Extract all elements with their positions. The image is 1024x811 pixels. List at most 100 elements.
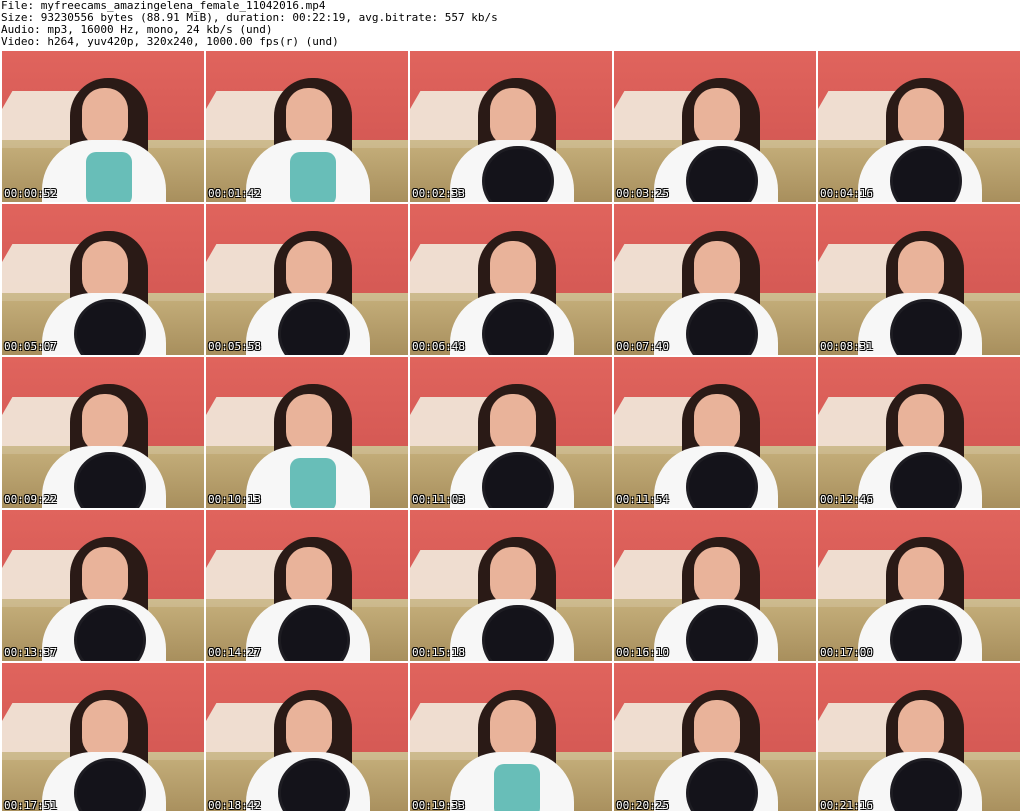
face xyxy=(286,547,332,605)
person xyxy=(834,368,1004,508)
thumbnail[interactable]: 00:00:52 xyxy=(2,51,204,202)
thumbnail[interactable]: 00:17:51 xyxy=(2,663,204,811)
thumbnail-image xyxy=(410,204,612,355)
person xyxy=(426,215,596,355)
thumbnail-image xyxy=(818,663,1020,811)
thumbnail[interactable]: 00:20:25 xyxy=(614,663,816,811)
person xyxy=(834,215,1004,355)
thumbnail[interactable]: 00:05:58 xyxy=(206,204,408,355)
thumbnail[interactable]: 00:11:03 xyxy=(410,357,612,508)
person xyxy=(630,62,800,202)
top xyxy=(290,458,336,508)
timestamp-label: 00:11:54 xyxy=(616,493,669,506)
timestamp-label: 00:14:27 xyxy=(208,646,261,659)
thumbnail[interactable]: 00:01:42 xyxy=(206,51,408,202)
thumbnail[interactable]: 00:02:33 xyxy=(410,51,612,202)
person xyxy=(18,368,188,508)
timestamp-label: 00:12:46 xyxy=(820,493,873,506)
face xyxy=(694,700,740,758)
thumbnail-image xyxy=(818,357,1020,508)
thumbnail[interactable]: 00:08:31 xyxy=(818,204,1020,355)
thumbnail[interactable]: 00:09:22 xyxy=(2,357,204,508)
top xyxy=(86,152,132,202)
timestamp-label: 00:10:13 xyxy=(208,493,261,506)
person xyxy=(18,521,188,661)
timestamp-label: 00:17:51 xyxy=(4,799,57,811)
person xyxy=(222,368,392,508)
thumbnail-image xyxy=(614,51,816,202)
person xyxy=(426,521,596,661)
face xyxy=(694,394,740,452)
thumbnail[interactable]: 00:05:07 xyxy=(2,204,204,355)
person xyxy=(426,674,596,811)
timestamp-label: 00:04:16 xyxy=(820,187,873,200)
person xyxy=(834,62,1004,202)
thumbnail-image xyxy=(2,51,204,202)
thumbnail[interactable]: 00:11:54 xyxy=(614,357,816,508)
face xyxy=(490,700,536,758)
thumbnail[interactable]: 00:13:37 xyxy=(2,510,204,661)
thumbnail-image xyxy=(206,51,408,202)
face xyxy=(82,394,128,452)
face xyxy=(82,241,128,299)
person xyxy=(222,62,392,202)
thumbnail[interactable]: 00:16:10 xyxy=(614,510,816,661)
thumbnail[interactable]: 00:15:18 xyxy=(410,510,612,661)
thumbnail[interactable]: 00:18:42 xyxy=(206,663,408,811)
person xyxy=(222,674,392,811)
face xyxy=(898,88,944,146)
face xyxy=(694,241,740,299)
timestamp-label: 00:05:07 xyxy=(4,340,57,353)
timestamp-label: 00:07:40 xyxy=(616,340,669,353)
top xyxy=(290,152,336,202)
thumbnail-image xyxy=(614,510,816,661)
timestamp-label: 00:03:25 xyxy=(616,187,669,200)
face xyxy=(82,700,128,758)
thumbnail[interactable]: 00:19:33 xyxy=(410,663,612,811)
thumbnail-image xyxy=(206,204,408,355)
person xyxy=(222,215,392,355)
thumbnail[interactable]: 00:17:00 xyxy=(818,510,1020,661)
timestamp-label: 00:11:03 xyxy=(412,493,465,506)
face xyxy=(898,241,944,299)
face xyxy=(490,88,536,146)
thumbnail[interactable]: 00:06:48 xyxy=(410,204,612,355)
face xyxy=(694,547,740,605)
thumbnail-image xyxy=(818,51,1020,202)
person xyxy=(222,521,392,661)
timestamp-label: 00:05:58 xyxy=(208,340,261,353)
thumbnail-image xyxy=(614,663,816,811)
timestamp-label: 00:13:37 xyxy=(4,646,57,659)
thumbnail-image xyxy=(614,204,816,355)
timestamp-label: 00:20:25 xyxy=(616,799,669,811)
thumbnail[interactable]: 00:04:16 xyxy=(818,51,1020,202)
thumbnail-image xyxy=(2,510,204,661)
person xyxy=(630,674,800,811)
timestamp-label: 00:21:16 xyxy=(820,799,873,811)
thumbnail[interactable]: 00:10:13 xyxy=(206,357,408,508)
thumbnail-image xyxy=(2,663,204,811)
person xyxy=(18,674,188,811)
face xyxy=(82,88,128,146)
thumbnail[interactable]: 00:03:25 xyxy=(614,51,816,202)
thumbnail[interactable]: 00:14:27 xyxy=(206,510,408,661)
face xyxy=(82,547,128,605)
thumbnail-image xyxy=(818,510,1020,661)
person xyxy=(630,368,800,508)
thumbnail[interactable]: 00:21:16 xyxy=(818,663,1020,811)
thumbnail-image xyxy=(2,204,204,355)
timestamp-label: 00:02:33 xyxy=(412,187,465,200)
timestamp-label: 00:08:31 xyxy=(820,340,873,353)
person xyxy=(426,62,596,202)
face xyxy=(898,547,944,605)
person xyxy=(834,674,1004,811)
thumbnail[interactable]: 00:07:40 xyxy=(614,204,816,355)
person xyxy=(18,215,188,355)
person xyxy=(18,62,188,202)
thumbnail[interactable]: 00:12:46 xyxy=(818,357,1020,508)
top xyxy=(494,764,540,811)
face xyxy=(490,241,536,299)
timestamp-label: 00:16:10 xyxy=(616,646,669,659)
face xyxy=(286,700,332,758)
thumbnail-image xyxy=(206,510,408,661)
